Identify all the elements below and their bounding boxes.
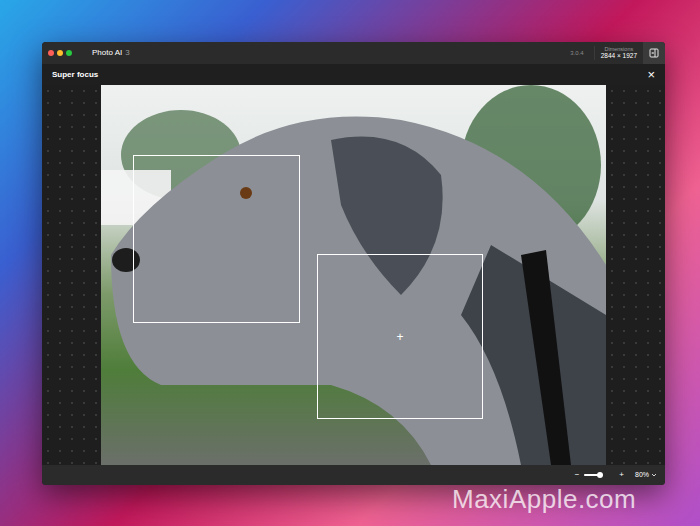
zoom-dot-icon[interactable] — [66, 50, 72, 56]
dog-shape-icon — [101, 85, 606, 465]
canvas: + — [42, 85, 665, 465]
close-dot-icon[interactable] — [48, 50, 54, 56]
chevron-down-icon — [651, 472, 657, 478]
panel-header: Super focus × — [42, 64, 665, 85]
watermark: MaxiApple.com — [452, 480, 636, 519]
focus-box[interactable]: + — [317, 254, 483, 419]
minimize-dot-icon[interactable] — [57, 50, 63, 56]
zoom-slider-knob[interactable] — [597, 472, 603, 478]
desktop: Photo AI3 3.0.4 Dimensions2844 × 1927 Super… — [0, 0, 700, 526]
version-label: 3.0.4 — [570, 49, 583, 58]
crosshair-icon: + — [396, 331, 403, 343]
title-bar: Photo AI3 3.0.4 Dimensions2844 × 1927 — [42, 42, 665, 64]
sidebar-icon — [649, 48, 659, 58]
zoom-select[interactable]: 80% — [635, 470, 657, 481]
window-title: Photo AI3 — [92, 47, 130, 59]
bottom-bar: − +80% — [42, 465, 665, 485]
dimensions-info: Dimensions2844 × 1927 — [594, 46, 643, 60]
focus-box[interactable] — [133, 155, 300, 323]
sidebar-toggle-button[interactable] — [643, 42, 665, 64]
photo: + — [101, 85, 606, 465]
zoom-in-button[interactable]: + — [619, 471, 624, 479]
window-controls — [48, 50, 72, 56]
zoom-slider[interactable] — [584, 474, 602, 476]
panel-title: Super focus — [52, 69, 98, 81]
close-button[interactable]: × — [647, 68, 655, 81]
zoom-out-button[interactable]: − — [575, 471, 580, 479]
app-window: Photo AI3 3.0.4 Dimensions2844 × 1927 Super… — [42, 42, 665, 485]
